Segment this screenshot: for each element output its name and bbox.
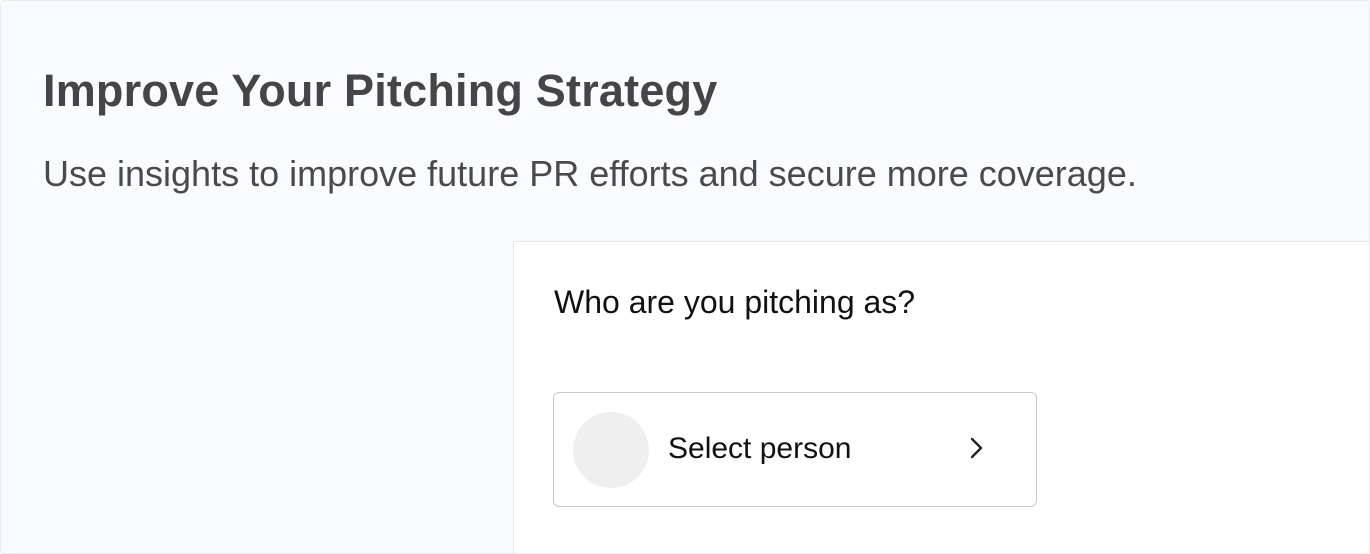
page-subtitle: Use insights to improve future PR effort… — [43, 153, 1137, 194]
page-frame: Improve Your Pitching Strategy Use insig… — [0, 0, 1370, 554]
avatar-placeholder — [573, 412, 649, 488]
pitching-as-question: Who are you pitching as? — [554, 284, 916, 320]
select-person-button[interactable]: Select person — [553, 392, 1037, 507]
select-person-label: Select person — [668, 432, 852, 465]
page-title: Improve Your Pitching Strategy — [43, 65, 718, 116]
chevron-right-icon — [970, 437, 983, 459]
pitching-as-panel: Who are you pitching as? Select person — [513, 241, 1369, 553]
